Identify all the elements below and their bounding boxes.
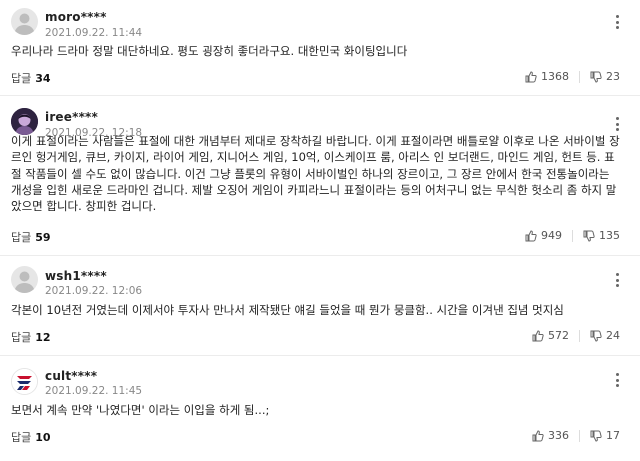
default-user-icon (14, 13, 35, 35)
thumbs-up-icon (525, 70, 537, 82)
thumbs-down-icon (583, 230, 595, 242)
dislike-count: 17 (606, 429, 620, 442)
avatar[interactable] (11, 8, 38, 35)
thumbs-down-icon (590, 430, 602, 442)
dislike-count: 24 (606, 329, 620, 342)
dislike-count: 23 (606, 70, 620, 83)
like-button[interactable]: 336 (532, 429, 569, 442)
avatar[interactable] (11, 266, 38, 293)
reply-label: 답글 (11, 431, 32, 444)
like-count: 336 (548, 429, 569, 442)
like-button[interactable]: 1368 (525, 70, 569, 83)
comment-date: 2021.09.22. 11:45 (45, 385, 143, 397)
thumbs-down-icon (590, 71, 602, 83)
reply-label: 답글 (11, 231, 32, 244)
vote-group: 1368 23 (525, 70, 620, 83)
vote-group: 336 17 (532, 429, 620, 442)
reply-label: 답글 (11, 72, 32, 85)
default-user-icon (14, 271, 35, 293)
reply-button[interactable]: 답글 12 (11, 329, 51, 345)
dislike-button[interactable]: 17 (590, 429, 620, 442)
reply-button[interactable]: 답글 34 (11, 70, 51, 86)
comment-date: 2021.09.22. 11:44 (45, 27, 143, 39)
divider (572, 229, 573, 242)
like-count: 572 (548, 329, 569, 342)
nickname[interactable]: iree**** (45, 110, 98, 124)
vote-group: 949 135 (525, 229, 620, 242)
divider (579, 329, 580, 342)
thumbs-up-icon (532, 329, 544, 341)
divider (579, 70, 580, 83)
dislike-button[interactable]: 23 (590, 70, 620, 83)
like-button[interactable]: 949 (525, 229, 562, 242)
comment-item: iree**** 2021.09.22. 12:18 이게 표절이라는 사람들은… (0, 96, 640, 256)
like-button[interactable]: 572 (532, 329, 569, 342)
reply-count: 12 (35, 331, 51, 344)
more-options-icon[interactable] (616, 15, 620, 32)
reply-button[interactable]: 답글 59 (11, 229, 51, 245)
nickname[interactable]: moro**** (45, 10, 107, 24)
thumbs-up-icon (525, 229, 537, 241)
comment-text: 각본이 10년전 거였는데 이제서야 투자사 만나서 제작됐단 얘길 들었을 때… (11, 303, 564, 317)
comment-item: moro**** 2021.09.22. 11:44 우리나라 드라마 정말 대… (0, 0, 640, 96)
dislike-count: 135 (599, 229, 620, 242)
dislike-button[interactable]: 24 (590, 329, 620, 342)
logo-avatar (12, 369, 37, 394)
comment-item: cult**** 2021.09.22. 11:45 보면서 계속 만약 '나였… (0, 356, 640, 461)
comment-text: 이게 표절이라는 사람들은 표절에 대한 개념부터 제대로 장착하길 바랍니다.… (11, 134, 620, 214)
reply-count: 59 (35, 231, 51, 244)
nickname[interactable]: cult**** (45, 369, 97, 383)
reply-count: 34 (35, 72, 51, 85)
vote-group: 572 24 (532, 329, 620, 342)
dislike-button[interactable]: 135 (583, 229, 620, 242)
reply-label: 답글 (11, 331, 32, 344)
thumbs-up-icon (532, 429, 544, 441)
reply-count: 10 (35, 431, 51, 444)
comment-list: moro**** 2021.09.22. 11:44 우리나라 드라마 정말 대… (0, 0, 640, 461)
more-options-icon[interactable] (616, 373, 620, 390)
avatar[interactable] (11, 368, 38, 395)
comment-text: 우리나라 드라마 정말 대단하네요. 평도 굉장히 좋더라구요. 대한민국 화이… (11, 44, 408, 58)
reply-button[interactable]: 답글 10 (11, 429, 51, 445)
more-options-icon[interactable] (616, 117, 620, 134)
thumbs-down-icon (590, 330, 602, 342)
comment-item: wsh1**** 2021.09.22. 12:06 각본이 10년전 거였는데… (0, 256, 640, 356)
comment-text: 보면서 계속 만약 '나였다면' 이라는 이입을 하게 됨...; (11, 403, 270, 417)
nickname[interactable]: wsh1**** (45, 269, 107, 283)
like-count: 1368 (541, 70, 569, 83)
more-options-icon[interactable] (616, 273, 620, 290)
divider (579, 429, 580, 442)
like-count: 949 (541, 229, 562, 242)
comment-date: 2021.09.22. 12:06 (45, 285, 143, 297)
avatar[interactable] (11, 108, 38, 135)
profile-photo (11, 108, 38, 135)
